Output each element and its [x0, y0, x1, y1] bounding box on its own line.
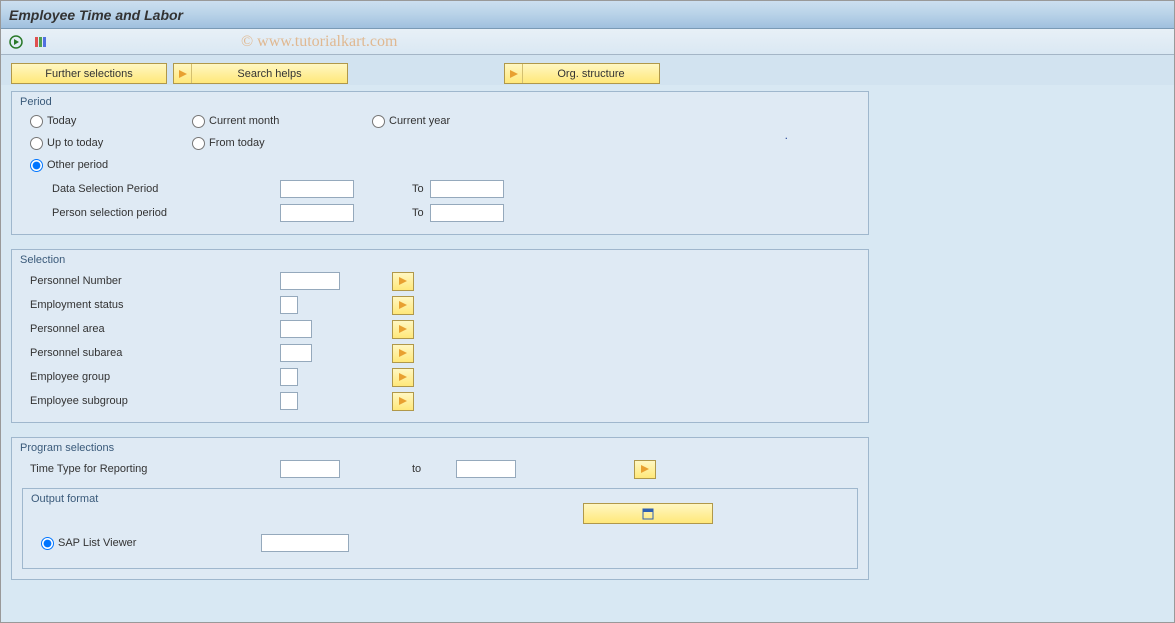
employment-status-multiselect-button[interactable]	[392, 296, 414, 315]
group-title: Output format	[29, 491, 100, 511]
group-title: Program selections	[18, 440, 116, 460]
button-label: Search helps	[192, 68, 347, 80]
radio-sap-list-viewer[interactable]: SAP List Viewer	[41, 537, 261, 550]
to-label: To	[354, 207, 430, 219]
person-selection-from-input[interactable]	[280, 204, 354, 222]
employee-group-label: Employee group	[22, 371, 280, 383]
radio-today[interactable]: Today	[22, 115, 192, 128]
layout-icon	[641, 507, 655, 521]
further-selections-button[interactable]: Further selections	[11, 63, 167, 84]
output-format-group: Output format SAP List Viewer	[22, 488, 858, 569]
radio-current-month[interactable]: Current month	[192, 115, 372, 128]
time-type-multiselect-button[interactable]	[634, 460, 656, 479]
page-title: Employee Time and Labor	[9, 7, 183, 23]
employment-status-label: Employment status	[22, 299, 280, 311]
org-structure-button[interactable]: Org. structure	[504, 63, 660, 84]
radio-current-year[interactable]: Current year	[372, 115, 450, 128]
selection-group: Selection Personnel Number Employment st…	[11, 249, 869, 423]
sap-list-viewer-input[interactable]	[261, 534, 349, 552]
app-toolbar: © www.tutorialkart.com	[1, 29, 1174, 55]
time-type-label: Time Type for Reporting	[22, 463, 280, 475]
personnel-area-input[interactable]	[280, 320, 312, 338]
watermark-text: © www.tutorialkart.com	[241, 33, 397, 51]
period-group: Period . Today Current month Current yea…	[11, 91, 869, 235]
radio-other-period[interactable]: Other period	[22, 159, 192, 172]
search-helps-button[interactable]: Search helps	[173, 63, 348, 84]
personnel-number-input[interactable]	[280, 272, 340, 290]
decorative-dot: .	[785, 128, 788, 142]
person-selection-period-label: Person selection period	[22, 207, 280, 219]
personnel-subarea-input[interactable]	[280, 344, 312, 362]
radio-up-to-today[interactable]: Up to today	[22, 137, 192, 150]
program-selections-group: Program selections Time Type for Reporti…	[11, 437, 869, 580]
data-selection-to-input[interactable]	[430, 180, 504, 198]
button-label: Org. structure	[523, 68, 659, 80]
person-selection-to-input[interactable]	[430, 204, 504, 222]
personnel-area-label: Personnel area	[22, 323, 280, 335]
main-area: Further selections Search helps Org. str…	[1, 55, 1174, 622]
employee-subgroup-multiselect-button[interactable]	[392, 392, 414, 411]
action-button-bar: Further selections Search helps Org. str…	[11, 63, 1164, 85]
data-selection-from-input[interactable]	[280, 180, 354, 198]
group-title: Period	[18, 94, 54, 114]
personnel-number-label: Personnel Number	[22, 275, 280, 287]
data-selection-period-label: Data Selection Period	[22, 183, 280, 195]
employee-group-input[interactable]	[280, 368, 298, 386]
personnel-area-multiselect-button[interactable]	[392, 320, 414, 339]
personnel-subarea-label: Personnel subarea	[22, 347, 280, 359]
button-label: Further selections	[45, 68, 132, 80]
to-label: To	[354, 183, 430, 195]
radio-from-today[interactable]: From today	[192, 137, 372, 150]
time-type-to-input[interactable]	[456, 460, 516, 478]
execute-icon[interactable]	[7, 33, 25, 51]
title-bar: Employee Time and Labor	[1, 1, 1174, 29]
personnel-number-multiselect-button[interactable]	[392, 272, 414, 291]
employee-group-multiselect-button[interactable]	[392, 368, 414, 387]
personnel-subarea-multiselect-button[interactable]	[392, 344, 414, 363]
time-type-from-input[interactable]	[280, 460, 340, 478]
arrow-right-icon	[174, 64, 192, 83]
arrow-right-icon	[505, 64, 523, 83]
group-title: Selection	[18, 252, 67, 272]
sap-list-viewer-label: SAP List Viewer	[58, 537, 136, 549]
employment-status-input[interactable]	[280, 296, 298, 314]
employee-subgroup-input[interactable]	[280, 392, 298, 410]
employee-subgroup-label: Employee subgroup	[22, 395, 280, 407]
variant-icon[interactable]	[31, 33, 49, 51]
to-label: to	[340, 463, 456, 475]
layout-button[interactable]	[583, 503, 713, 524]
